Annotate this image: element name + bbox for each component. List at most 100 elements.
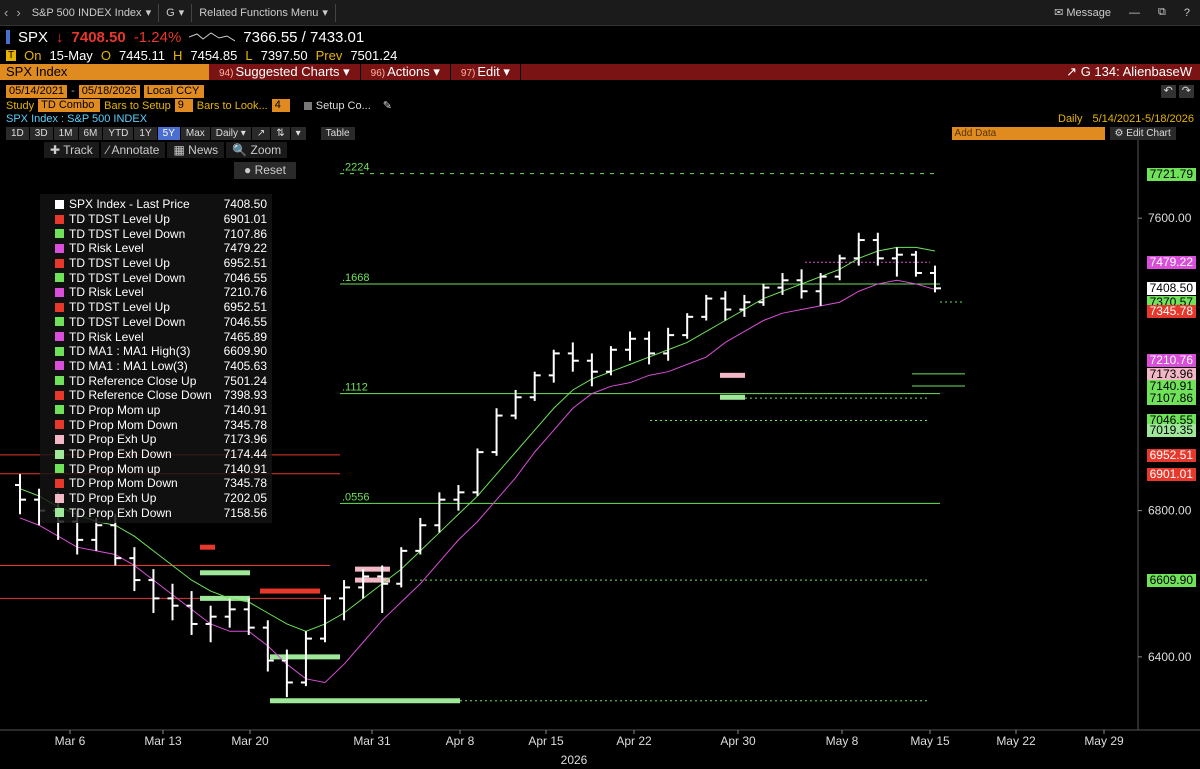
range-toolbar: 1D 3D 1M 6M YTD 1Y 5Y Max Daily ▾ ↗ ⇅ ▾ …: [0, 126, 1200, 140]
end-date-field[interactable]: 05/18/2026: [78, 84, 140, 98]
legend-item[interactable]: TD Prop Exh Up 7173.96: [45, 432, 267, 447]
setup-checkbox[interactable]: [303, 101, 312, 110]
legend-item[interactable]: TD TDST Level Up 6901.01: [45, 212, 267, 227]
quote-line: SPX ↓ 7408.50 -1.24% 7366.55 / 7433.01: [0, 28, 1200, 46]
security-field[interactable]: SPX Index: [0, 64, 209, 80]
range-3d-button[interactable]: 3D: [29, 126, 53, 140]
legend-item[interactable]: TD Risk Level 7465.89: [45, 329, 267, 344]
frequency-select[interactable]: Daily ▾: [210, 126, 251, 140]
related-functions-label: Related Functions Menu: [199, 6, 319, 19]
line-chart-icon[interactable]: ↗: [251, 126, 271, 140]
legend-item[interactable]: TD Risk Level 7210.76: [45, 285, 267, 300]
message-button[interactable]: ✉ Message: [1054, 6, 1111, 19]
legend-swatch: [55, 214, 64, 224]
range-ytd-button[interactable]: YTD: [103, 126, 134, 140]
undo-icon[interactable]: ↶: [1160, 84, 1176, 98]
range-max-button[interactable]: Max: [180, 126, 210, 140]
redo-icon[interactable]: ↷: [1178, 84, 1194, 98]
sparkline-icon: [189, 32, 236, 42]
ohlc-bar: [567, 342, 579, 372]
legend-item[interactable]: TD Prop Mom up 7140.91: [45, 461, 267, 476]
ohlc-bar: [739, 294, 751, 317]
range-1y-button[interactable]: 1Y: [134, 126, 157, 140]
ohlc-bar: [148, 569, 160, 613]
legend-item[interactable]: TD MA1 : MA1 Low(3) 7405.63: [45, 359, 267, 374]
legend-item[interactable]: TD Prop Mom Down 7345.78: [45, 476, 267, 491]
legend-item[interactable]: TD Prop Exh Down 7174.44: [45, 447, 267, 462]
legend-item[interactable]: TD TDST Level Up 6952.51: [45, 256, 267, 271]
ohlc-bar: [320, 594, 331, 643]
legend-item[interactable]: TD Reference Close Down 7398.93: [45, 388, 267, 403]
legend-item[interactable]: TD Prop Mom up 7140.91: [45, 403, 267, 418]
low-value: 7397.50: [260, 47, 308, 63]
legend-name: TD Risk Level: [69, 241, 144, 256]
legend-item[interactable]: SPX Index - Last Price 7408.50: [45, 197, 267, 212]
news-button[interactable]: ▦ News: [167, 142, 225, 158]
track-button[interactable]: ✚ Track: [44, 142, 99, 158]
legend-item[interactable]: TD TDST Level Down 7046.55: [45, 270, 267, 285]
zoom-button[interactable]: 🔍 Zoom: [226, 142, 288, 158]
more-icon[interactable]: ▾: [290, 126, 306, 140]
legend-value: 7140.91: [223, 461, 267, 476]
x-tick-label: May 29: [1084, 734, 1124, 748]
delay-icon: T: [6, 49, 17, 61]
ohlc-bar: [605, 346, 617, 376]
legend-item[interactable]: TD TDST Level Up 6952.51: [45, 300, 267, 315]
x-tick-label: Mar 13: [144, 734, 182, 748]
table-button[interactable]: Table: [320, 126, 355, 140]
legend-item[interactable]: TD Prop Exh Down 7158.56: [45, 505, 267, 520]
annotate-button[interactable]: ∕ Annotate: [100, 142, 166, 158]
legend-value: 7398.93: [223, 388, 267, 403]
legend-name: TD TDST Level Up: [69, 300, 170, 315]
legend-name: TD TDST Level Down: [69, 314, 186, 329]
edit-menu[interactable]: 97) Edit ▾: [451, 64, 521, 80]
legend-name: TD Prop Mom up: [69, 402, 161, 417]
restore-icon[interactable]: ⧉: [1158, 6, 1166, 19]
legend-item[interactable]: TD Prop Exh Up 7202.05: [45, 491, 267, 506]
currency-select[interactable]: Local CCY: [143, 84, 204, 98]
range-1m-button[interactable]: 1M: [53, 126, 78, 140]
function-crumb[interactable]: G ▾: [159, 3, 193, 22]
chart-group-link[interactable]: ↗ G 134: AlienbaseW: [1066, 64, 1200, 80]
legend-item[interactable]: TD TDST Level Down 7046.55: [45, 315, 267, 330]
pencil-icon[interactable]: ✎: [383, 99, 392, 112]
forward-icon[interactable]: ›: [12, 5, 24, 20]
minimize-icon[interactable]: —: [1129, 7, 1140, 19]
security-crumb[interactable]: S&P 500 INDEX Index ▾: [25, 3, 160, 22]
help-icon[interactable]: ?: [1184, 7, 1190, 19]
legend-item[interactable]: TD MA1 : MA1 High(3) 6609.90: [45, 344, 267, 359]
back-icon[interactable]: ‹: [0, 5, 12, 20]
price-axis-label: 6901.01: [1146, 467, 1196, 481]
reset-button[interactable]: ● Reset: [234, 162, 296, 179]
edit-chart-button[interactable]: ⚙ Edit Chart: [1109, 126, 1176, 140]
bars-setup-input[interactable]: 9: [174, 99, 193, 112]
setup-co-label: Setup Co...: [315, 99, 371, 112]
chart-tools: ✚ Track ∕ Annotate ▦ News 🔍 Zoom: [44, 142, 288, 158]
legend-item[interactable]: TD Prop Mom Down 7345.78: [45, 417, 267, 432]
start-date-field[interactable]: 05/14/2021: [6, 84, 68, 98]
x-tick-label: Apr 8: [446, 734, 475, 748]
legend-name: TD Prop Exh Down: [69, 447, 172, 462]
actions-menu[interactable]: 96) Actions ▾: [361, 64, 451, 80]
x-tick-label: May 15: [910, 734, 950, 748]
prev-value: 7501.24: [350, 47, 398, 63]
range-5y-button[interactable]: 5Y: [157, 126, 180, 140]
add-data-input[interactable]: Add Data: [951, 126, 1105, 140]
range-1d-button[interactable]: 1D: [6, 126, 29, 140]
bars-look-input[interactable]: 4: [271, 99, 290, 112]
suggested-charts-menu[interactable]: 94) Suggested Charts ▾: [209, 64, 361, 80]
menu-number: 94): [219, 68, 234, 79]
track-label: Track: [63, 143, 93, 157]
envelope-icon: ✉: [1054, 7, 1064, 19]
change-percent: -1.24%: [133, 28, 182, 46]
bar-chart-icon[interactable]: ⇅: [271, 126, 290, 140]
legend-name: TD TDST Level Down: [69, 270, 186, 285]
legend-item[interactable]: TD Reference Close Up 7501.24: [45, 373, 267, 388]
range-6m-button[interactable]: 6M: [78, 126, 103, 140]
study-select[interactable]: TD Combo: [38, 99, 101, 112]
legend-item[interactable]: TD TDST Level Down 7107.86: [45, 226, 267, 241]
edit-chart-label: Edit Chart: [1126, 127, 1171, 139]
ohlc-bar: [663, 327, 675, 361]
legend-item[interactable]: TD Risk Level 7479.22: [45, 241, 267, 256]
related-functions-menu[interactable]: Related Functions Menu ▾: [192, 3, 336, 22]
